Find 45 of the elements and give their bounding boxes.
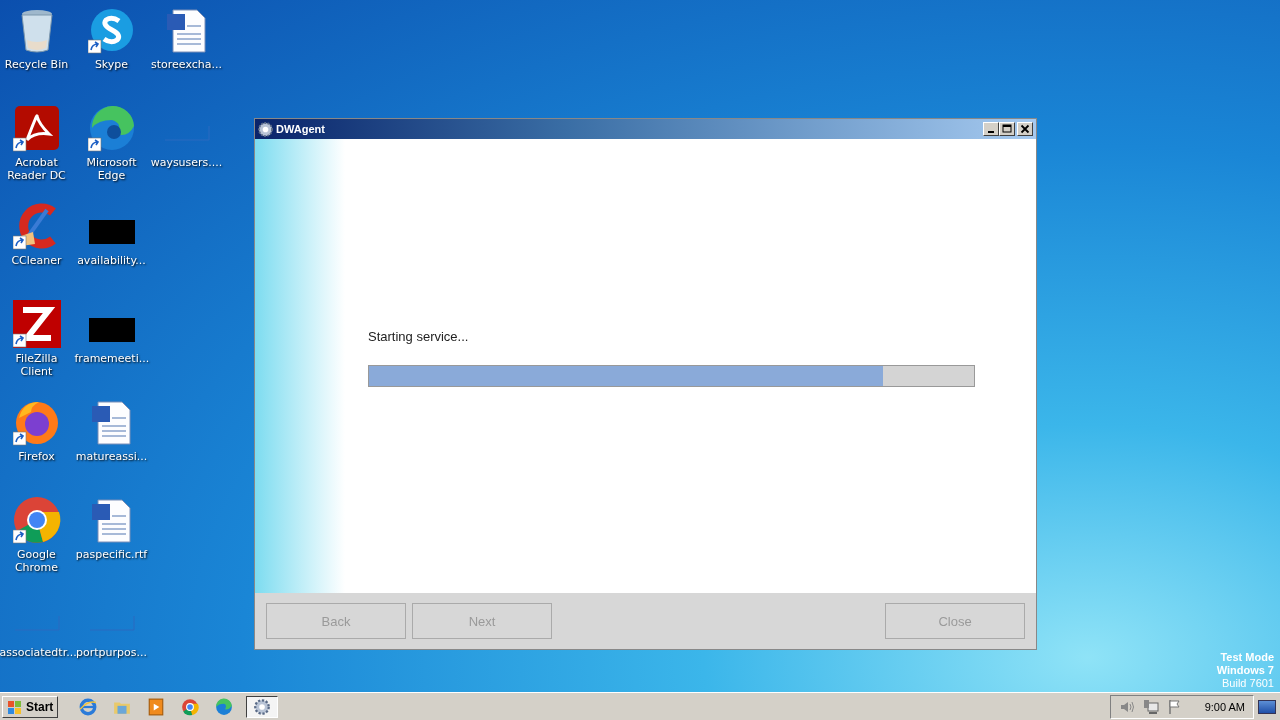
icon-label: matureassi...	[74, 450, 149, 463]
icon-label: Firefox	[17, 450, 56, 463]
status-text: Starting service...	[368, 329, 470, 344]
minimize-icon	[988, 131, 994, 133]
icon-label: availability...	[76, 254, 147, 267]
browser-icon	[215, 697, 234, 716]
desktop-notice-text: Test Mode	[1220, 651, 1274, 664]
gear-icon	[258, 121, 273, 137]
icon-label: framemeeti...	[74, 352, 149, 365]
icon-label: storeexcha...	[150, 58, 223, 71]
maximize-icon	[1002, 124, 1012, 134]
maximize-button[interactable]	[999, 122, 1015, 136]
icon-label: portpurpos...	[76, 646, 148, 659]
desktop-notice-text: Build 7601	[1222, 677, 1274, 690]
pdf-app-icon[interactable]	[12, 104, 61, 152]
windows-flag-icon	[7, 698, 23, 715]
browser-icon[interactable]	[12, 496, 61, 544]
minimize-button[interactable]	[983, 122, 999, 136]
browser-icon	[181, 697, 200, 716]
icon-label: paspecific.rtf	[74, 548, 149, 561]
browser-icon[interactable]	[87, 104, 136, 152]
icon-label: associatedtr...	[0, 646, 74, 659]
network-icon[interactable]	[1142, 698, 1159, 715]
desktop-notice-text: Windows 7	[1216, 664, 1274, 677]
ftp-app-icon[interactable]	[12, 300, 61, 348]
show-desktop-button[interactable]	[1258, 699, 1276, 714]
icon-label: Acrobat Reader DC	[6, 156, 67, 182]
icon-label: Skype	[93, 58, 130, 71]
clock[interactable]: 9:00 AM	[1204, 700, 1245, 713]
icon-label: Recycle Bin	[3, 58, 70, 71]
media-player-icon	[147, 697, 166, 716]
taskbar-app-button[interactable]	[246, 695, 279, 718]
browser-icon	[79, 697, 98, 716]
icon-label: waysusers....	[149, 156, 224, 169]
close-button[interactable]	[1017, 122, 1033, 136]
icon-label: CCleaner	[10, 254, 63, 267]
chat-app-icon[interactable]	[87, 6, 136, 54]
gear-icon	[253, 697, 272, 716]
close-icon	[1020, 124, 1030, 134]
start-button[interactable]: Start	[2, 695, 59, 718]
icon-label: Google Chrome	[13, 548, 60, 574]
flag-icon[interactable]	[1166, 698, 1183, 715]
icon-label: Microsoft Edge	[85, 156, 138, 182]
window-title: DWAgent	[276, 123, 325, 135]
icon-label: FileZilla Client	[14, 352, 59, 378]
